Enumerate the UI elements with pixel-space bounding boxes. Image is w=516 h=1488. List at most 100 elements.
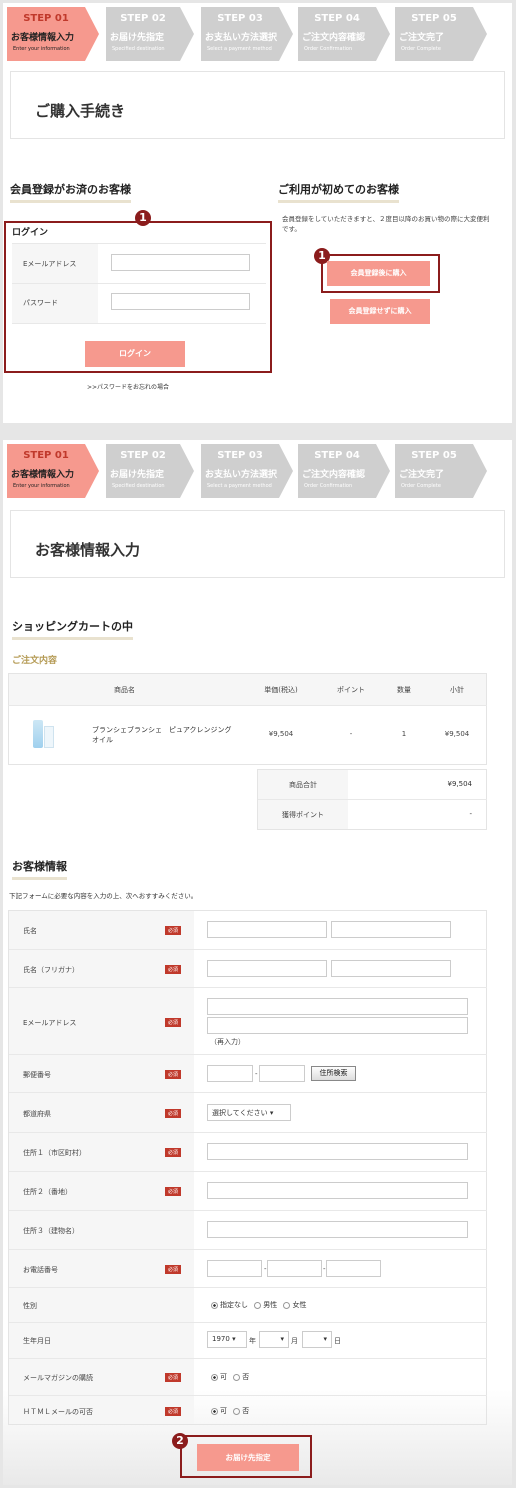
login-heading: ログイン bbox=[12, 228, 49, 238]
step-indicator: STEP 01 お客様情報入力 Enter your information STE… bbox=[7, 444, 497, 498]
divider bbox=[9, 1092, 487, 1093]
magazine-option: 否 bbox=[242, 1373, 250, 1381]
forgot-password-link[interactable]: >>パスワードをお忘れの場合 bbox=[87, 382, 169, 391]
required-badge: 必須 bbox=[165, 1148, 181, 1157]
cart-table-border bbox=[8, 673, 487, 765]
new-customer-heading: ご利用が初めてのお客様 bbox=[278, 181, 399, 203]
product-price: ¥9,504 bbox=[268, 730, 294, 738]
step-number: STEP 01 bbox=[23, 450, 69, 461]
radio-selected-icon bbox=[211, 1373, 218, 1381]
email-confirm-note: （再入力） bbox=[210, 1038, 245, 1046]
login-panel: STEP 01 お客様情報入力 Enter your information STE… bbox=[3, 3, 512, 423]
addr1-label: 住所１（市区町村） bbox=[23, 1149, 86, 1157]
step-3: STEP 03 お支払い方法選択 Select a payment method bbox=[201, 7, 293, 61]
month-unit: 月 bbox=[291, 1337, 298, 1345]
html-mail-option: 可 bbox=[220, 1407, 227, 1415]
guest-buy-button[interactable]: 会員登録せずに購入 bbox=[330, 299, 430, 324]
pref-label: 都道府県 bbox=[23, 1110, 51, 1118]
next-button[interactable]: お届け先指定 bbox=[197, 1444, 299, 1471]
step-number: STEP 04 bbox=[314, 13, 360, 24]
birth-year-value: 1970 bbox=[212, 1335, 230, 1343]
last-name-field[interactable] bbox=[207, 921, 327, 938]
day-unit: 日 bbox=[334, 1337, 341, 1345]
last-name-kana-field[interactable] bbox=[207, 960, 327, 977]
step-label: お客様情報入力 bbox=[11, 33, 75, 43]
magazine-option: 可 bbox=[220, 1373, 227, 1381]
first-name-field[interactable] bbox=[331, 921, 451, 938]
product-name: ブランシェブランシェ ピュアクレンジングオイル bbox=[92, 726, 232, 744]
step-label: お支払い方法選択 bbox=[205, 33, 278, 43]
divider bbox=[9, 949, 487, 950]
page-title: ご購入手続き bbox=[35, 102, 126, 120]
step-number: STEP 03 bbox=[217, 450, 263, 461]
required-badge: 必須 bbox=[165, 1018, 181, 1027]
divider bbox=[9, 987, 487, 988]
gender-radios: 指定なし 男性 女性 bbox=[211, 1300, 306, 1310]
step-label: ご注文完了 bbox=[399, 33, 445, 43]
password-field[interactable] bbox=[111, 293, 250, 310]
radio-icon bbox=[233, 1373, 241, 1381]
divider bbox=[9, 1395, 487, 1396]
step-indicator: STEP 01 お客様情報入力 Enter your information STE… bbox=[7, 7, 497, 61]
divider bbox=[12, 323, 266, 324]
pref-select-value: 選択してください bbox=[212, 1109, 268, 1117]
chevron-down-icon: ▾ bbox=[232, 1335, 236, 1343]
divider bbox=[9, 1358, 487, 1359]
html-mail-label: ＨＴＭＬメールの可否 bbox=[23, 1408, 93, 1416]
html-mail-radio-no[interactable]: 否 bbox=[233, 1407, 249, 1415]
step-label: ご注文内容確認 bbox=[302, 470, 366, 480]
gender-radio-female[interactable]: 女性 bbox=[283, 1301, 306, 1309]
step-1: STEP 01 お客様情報入力 Enter your information bbox=[7, 444, 99, 498]
email-label: Eメールアドレス bbox=[23, 260, 77, 268]
required-badge: 必須 bbox=[165, 1407, 181, 1416]
zip1-field[interactable] bbox=[207, 1065, 253, 1082]
birth-month-select[interactable]: ▾ bbox=[259, 1331, 289, 1348]
step-number: STEP 02 bbox=[120, 450, 166, 461]
step-2: STEP 02 お届け先指定 Specified destination bbox=[106, 444, 194, 498]
login-button[interactable]: ログイン bbox=[85, 341, 185, 367]
addr3-field[interactable] bbox=[207, 1221, 468, 1238]
step-5: STEP 05 ご注文完了 Order Complete bbox=[395, 7, 487, 61]
birth-year-select[interactable]: 1970 ▾ bbox=[207, 1331, 247, 1348]
product-qty: 1 bbox=[401, 730, 407, 738]
gender-radio-none[interactable]: 指定なし bbox=[211, 1301, 248, 1309]
tel1-field[interactable] bbox=[207, 1260, 262, 1277]
divider bbox=[9, 1132, 487, 1133]
kana-label: 氏名（フリガナ） bbox=[23, 966, 79, 974]
gender-radio-male[interactable]: 男性 bbox=[254, 1301, 277, 1309]
tel2-field[interactable] bbox=[267, 1260, 322, 1277]
step-label: お届け先指定 bbox=[110, 33, 165, 43]
gender-option: 指定なし bbox=[220, 1301, 248, 1309]
chevron-down-icon: ▾ bbox=[269, 1109, 274, 1117]
html-mail-radio-yes[interactable]: 可 bbox=[211, 1407, 227, 1415]
step-label-en: Enter your information bbox=[13, 46, 70, 52]
magazine-radio-no[interactable]: 否 bbox=[233, 1373, 249, 1381]
points-value: - bbox=[469, 810, 472, 818]
step-number: STEP 05 bbox=[411, 13, 457, 24]
zip2-field[interactable] bbox=[259, 1065, 305, 1082]
gender-option: 女性 bbox=[292, 1301, 307, 1309]
first-name-kana-field[interactable] bbox=[331, 960, 451, 977]
product-box-icon bbox=[44, 726, 54, 748]
required-badge: 必須 bbox=[165, 1187, 181, 1196]
tel3-field[interactable] bbox=[326, 1260, 381, 1277]
magazine-radio-yes[interactable]: 可 bbox=[211, 1373, 227, 1381]
divider bbox=[9, 1054, 487, 1055]
step-label-en: Select a payment method bbox=[207, 46, 272, 52]
email-confirm-field[interactable] bbox=[207, 1017, 468, 1034]
name-label: 氏名 bbox=[23, 927, 37, 935]
step-label: ご注文内容確認 bbox=[302, 33, 366, 43]
birth-day-select[interactable]: ▾ bbox=[302, 1331, 332, 1348]
email-field[interactable] bbox=[207, 998, 468, 1015]
year-unit: 年 bbox=[249, 1337, 256, 1345]
required-badge: 必須 bbox=[165, 965, 181, 974]
total-label: 商品合計 bbox=[289, 781, 317, 789]
password-label: パスワード bbox=[23, 299, 58, 307]
zip-search-button[interactable]: 住所検索 bbox=[311, 1066, 356, 1081]
pref-select[interactable]: 選択してください ▾ bbox=[207, 1104, 291, 1121]
email-field[interactable] bbox=[111, 254, 250, 271]
addr2-field[interactable] bbox=[207, 1182, 468, 1199]
addr1-field[interactable] bbox=[207, 1143, 468, 1160]
register-and-buy-button[interactable]: 会員登録後に購入 bbox=[327, 261, 430, 286]
radio-selected-icon bbox=[211, 1407, 218, 1415]
